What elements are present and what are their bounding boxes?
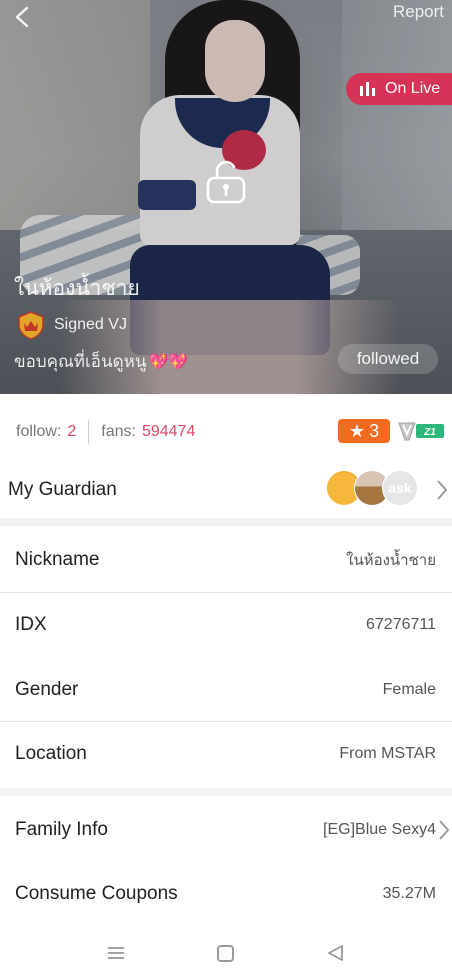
unlock-icon[interactable] (204, 158, 248, 204)
star-icon: ★ (348, 420, 366, 441)
profile-info-panel: follow: 2 fans: 594474 ★ 3 Z1 My Guardia… (0, 394, 452, 972)
follow-stats: follow: 2 fans: 594474 (16, 420, 195, 444)
fans-count[interactable]: 594474 (142, 423, 195, 441)
section-divider (0, 788, 452, 796)
report-button[interactable]: Report (393, 2, 444, 22)
on-live-badge[interactable]: On Live (346, 73, 452, 105)
section-divider (0, 518, 452, 526)
followed-button[interactable]: followed (338, 344, 438, 374)
consume-coupons-row: Consume Coupons 35.27M (0, 862, 452, 926)
detail-value: ในห้องน้ำชาย (346, 551, 436, 569)
crown-shield-icon (18, 311, 44, 340)
detail-value: [EG]Blue Sexy4 (323, 821, 436, 838)
follow-label: follow: (16, 423, 62, 440)
detail-row-idx: IDX 67276711 (0, 593, 452, 657)
stats-divider (88, 420, 90, 444)
my-guardian-label: My Guardian (8, 479, 117, 500)
detail-value: From MSTAR (339, 745, 436, 762)
level-badge: ★ 3 (338, 419, 390, 443)
guardian-avatar: ask (382, 470, 418, 506)
fans-label: fans: (101, 423, 136, 440)
detail-label: IDX (15, 614, 47, 635)
chevron-right-icon (437, 480, 448, 500)
back-triangle-icon[interactable] (326, 944, 344, 962)
profile-bio: ขอบคุณที่เอ็นดูหนู 💖💖 (14, 348, 188, 375)
my-guardian-row[interactable]: My Guardian ask (0, 462, 452, 518)
vip-badge-label: Z1 (423, 427, 436, 438)
home-icon[interactable] (217, 945, 234, 962)
family-info-row[interactable]: Family Info [EG]Blue Sexy4 (0, 798, 452, 862)
bio-text: ขอบคุณที่เอ็นดูหนู (14, 352, 147, 372)
detail-label: Location (15, 743, 87, 764)
live-bars-icon (360, 82, 375, 96)
detail-row-location: Location From MSTAR (0, 722, 452, 786)
system-navigation-bar (0, 934, 452, 972)
detail-label: Nickname (15, 549, 100, 570)
vip-badge-icon: Z1 (398, 422, 444, 441)
follow-count[interactable]: 2 (67, 423, 76, 441)
detail-row-nickname: Nickname ในห้องน้ำชาย (0, 528, 452, 592)
signed-vj-label: Signed VJ (54, 316, 127, 333)
detail-value: 67276711 (366, 616, 436, 633)
signed-vj-tag: Signed VJ (16, 310, 127, 340)
profile-display-name: ในห้องน้ำชาย (14, 276, 140, 300)
detail-value: 35.27M (382, 885, 436, 902)
back-arrow-icon[interactable] (12, 6, 34, 28)
guardian-avatars: ask (326, 470, 436, 510)
detail-label: Family Info (15, 819, 108, 840)
detail-label: Gender (15, 679, 79, 700)
bio-hearts-emoji: 💖💖 (148, 352, 189, 371)
chevron-right-icon (439, 820, 450, 840)
detail-value: Female (382, 681, 436, 698)
on-live-label: On Live (385, 80, 441, 97)
menu-icon[interactable] (106, 945, 126, 961)
detail-row-gender: Gender Female (0, 658, 452, 722)
level-value: 3 (369, 420, 380, 441)
detail-label: Consume Coupons (15, 883, 178, 904)
